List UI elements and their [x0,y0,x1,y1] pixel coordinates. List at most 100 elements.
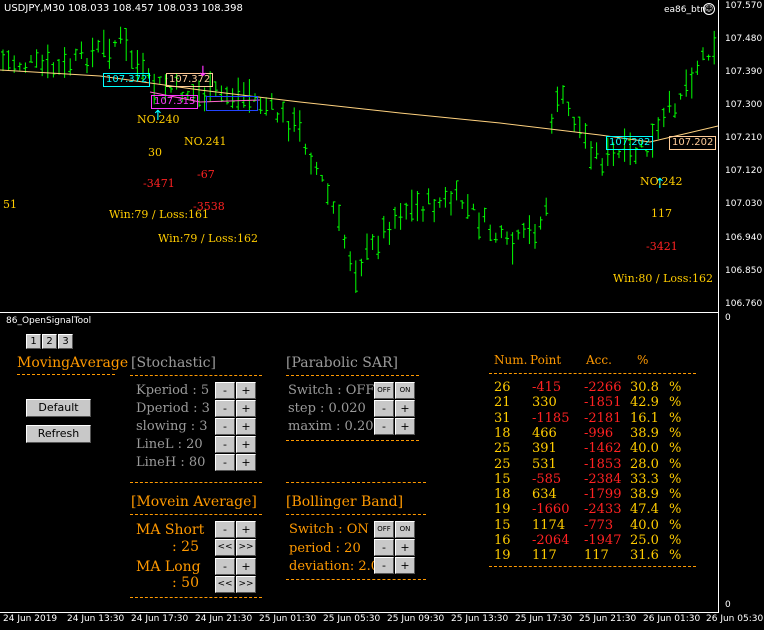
divider [286,579,426,580]
result-cell: -773 [584,517,614,533]
default-button[interactable]: Default [26,399,91,417]
trade-accum: -3421 [646,240,678,253]
result-cell: 26 [494,380,511,395]
slowing-plus-button[interactable]: + [236,418,256,435]
period-minus-button[interactable]: - [374,539,394,556]
ma-short-minus-button[interactable]: - [215,521,235,538]
ma-short-right-button[interactable]: >> [236,539,256,556]
maxim-plus-button[interactable]: + [395,418,415,435]
ma-long-plus-button[interactable]: + [236,558,256,575]
time-tick: 25 Jun 21:30 [579,614,637,624]
trade-number: NO.240 [137,113,180,126]
price-tick: 107.390 [725,67,763,77]
price-chart[interactable] [0,0,764,313]
linel-minus-button[interactable]: - [215,436,235,453]
dperiod-plus-button[interactable]: + [236,400,256,417]
result-cell: 466 [532,425,557,441]
step-plus-button[interactable]: + [395,400,415,417]
price-tick: 107.030 [725,199,763,209]
period-plus-button[interactable]: + [395,539,415,556]
result-cell: 330 [532,395,557,411]
indicator-axis-bottom: 0 [725,600,731,610]
kperiod-plus-button[interactable]: + [236,382,256,399]
bb-switch: Switch : ON [289,522,369,537]
tab-1[interactable]: 1 [26,334,41,349]
result-cell: 19 [494,548,511,564]
ma-long-left-button[interactable]: << [215,576,235,593]
time-tick: 25 Jun 01:30 [259,614,317,624]
subwindow-separator[interactable] [0,312,719,313]
result-cell: 38.9 [630,425,659,441]
price-label: 107.202 [669,136,717,150]
result-cell: -1947 [584,533,622,548]
linel-plus-button[interactable]: + [236,436,256,453]
divider [286,375,419,376]
result-cell: -1185 [532,410,570,426]
ma-long-right-button[interactable]: >> [236,576,256,593]
result-cell: 31.6 [630,548,659,564]
result-cell: -585 [532,471,562,487]
result-cell: % [669,441,682,457]
stochastic-title: [Stochastic] [131,355,216,371]
price-bars [0,26,718,293]
tab-3[interactable]: 3 [58,334,73,349]
ma-title: [Movein Average] [131,494,257,510]
step-minus-button[interactable]: - [374,400,394,417]
result-cell: -996 [584,425,614,441]
kperiod-minus-button[interactable]: - [215,382,235,399]
price-tick: 107.300 [725,100,763,110]
maxim-minus-button[interactable]: - [374,418,394,435]
sell-arrow-icon: ↓ [197,64,209,80]
price-tick: 107.480 [725,34,763,44]
ma-short-plus-button[interactable]: + [236,521,256,538]
price-label: 107.315 [151,95,199,109]
bb-title: [Bollinger Band] [286,494,404,510]
dperiod-minus-button[interactable]: - [215,400,235,417]
lineh-plus-button[interactable]: + [236,454,256,471]
lineh-minus-button[interactable]: - [215,454,235,471]
trade-points: -67 [197,168,215,181]
result-cell: 634 [532,487,557,503]
ma-short-left-button[interactable]: << [215,539,235,556]
result-cell: % [669,502,682,518]
result-cell: -415 [532,380,562,395]
ma-short-label: MA Short [136,522,205,538]
stoch-kperiod: Kperiod : 5 [136,383,210,398]
ma-short-value: : 25 [172,539,199,555]
bb-on-button[interactable]: ON [395,521,415,538]
slowing-minus-button[interactable]: - [215,418,235,435]
mode-title: MovingAverage [17,355,129,371]
time-axis-line [0,612,719,613]
refresh-button[interactable]: Refresh [26,425,91,443]
result-cell: -2181 [584,410,622,426]
stoch-linel: LineL : 20 [136,437,203,452]
price-label: 107.372 [103,73,151,87]
result-cell: % [669,487,682,503]
divider [130,597,262,598]
stoch-slowing: slowing : 3 [136,419,208,434]
tab-2[interactable]: 2 [42,334,57,349]
time-tick: 25 Jun 05:30 [323,614,381,624]
result-cell: % [669,380,682,395]
result-cell: 47.4 [630,502,659,518]
ma-long-minus-button[interactable]: - [215,558,235,575]
bb-off-button[interactable]: OFF [374,521,394,538]
psar-on-button[interactable]: ON [395,382,415,399]
win-loss: Win:80 / Loss:162 [613,272,714,285]
deviation-minus-button[interactable]: - [374,557,394,574]
psar-maxim: maxim : 0.20 [288,419,374,434]
time-tick: 26 Jun 05:30 [706,614,764,624]
result-cell: -1462 [584,441,622,457]
header-pct: % [637,353,649,367]
price-tick: 107.120 [725,166,763,176]
deviation-plus-button[interactable]: + [395,557,415,574]
result-cell: -1853 [584,456,622,472]
result-cell: 18 [494,425,511,441]
divider [286,514,426,515]
psar-off-button[interactable]: OFF [374,382,394,399]
result-cell: 16 [494,533,511,548]
trade-number: NO.242 [640,175,683,188]
smiley-icon[interactable]: ☺ [703,3,715,15]
result-cell: % [669,471,682,487]
trade-accum: -3538 [193,200,225,213]
